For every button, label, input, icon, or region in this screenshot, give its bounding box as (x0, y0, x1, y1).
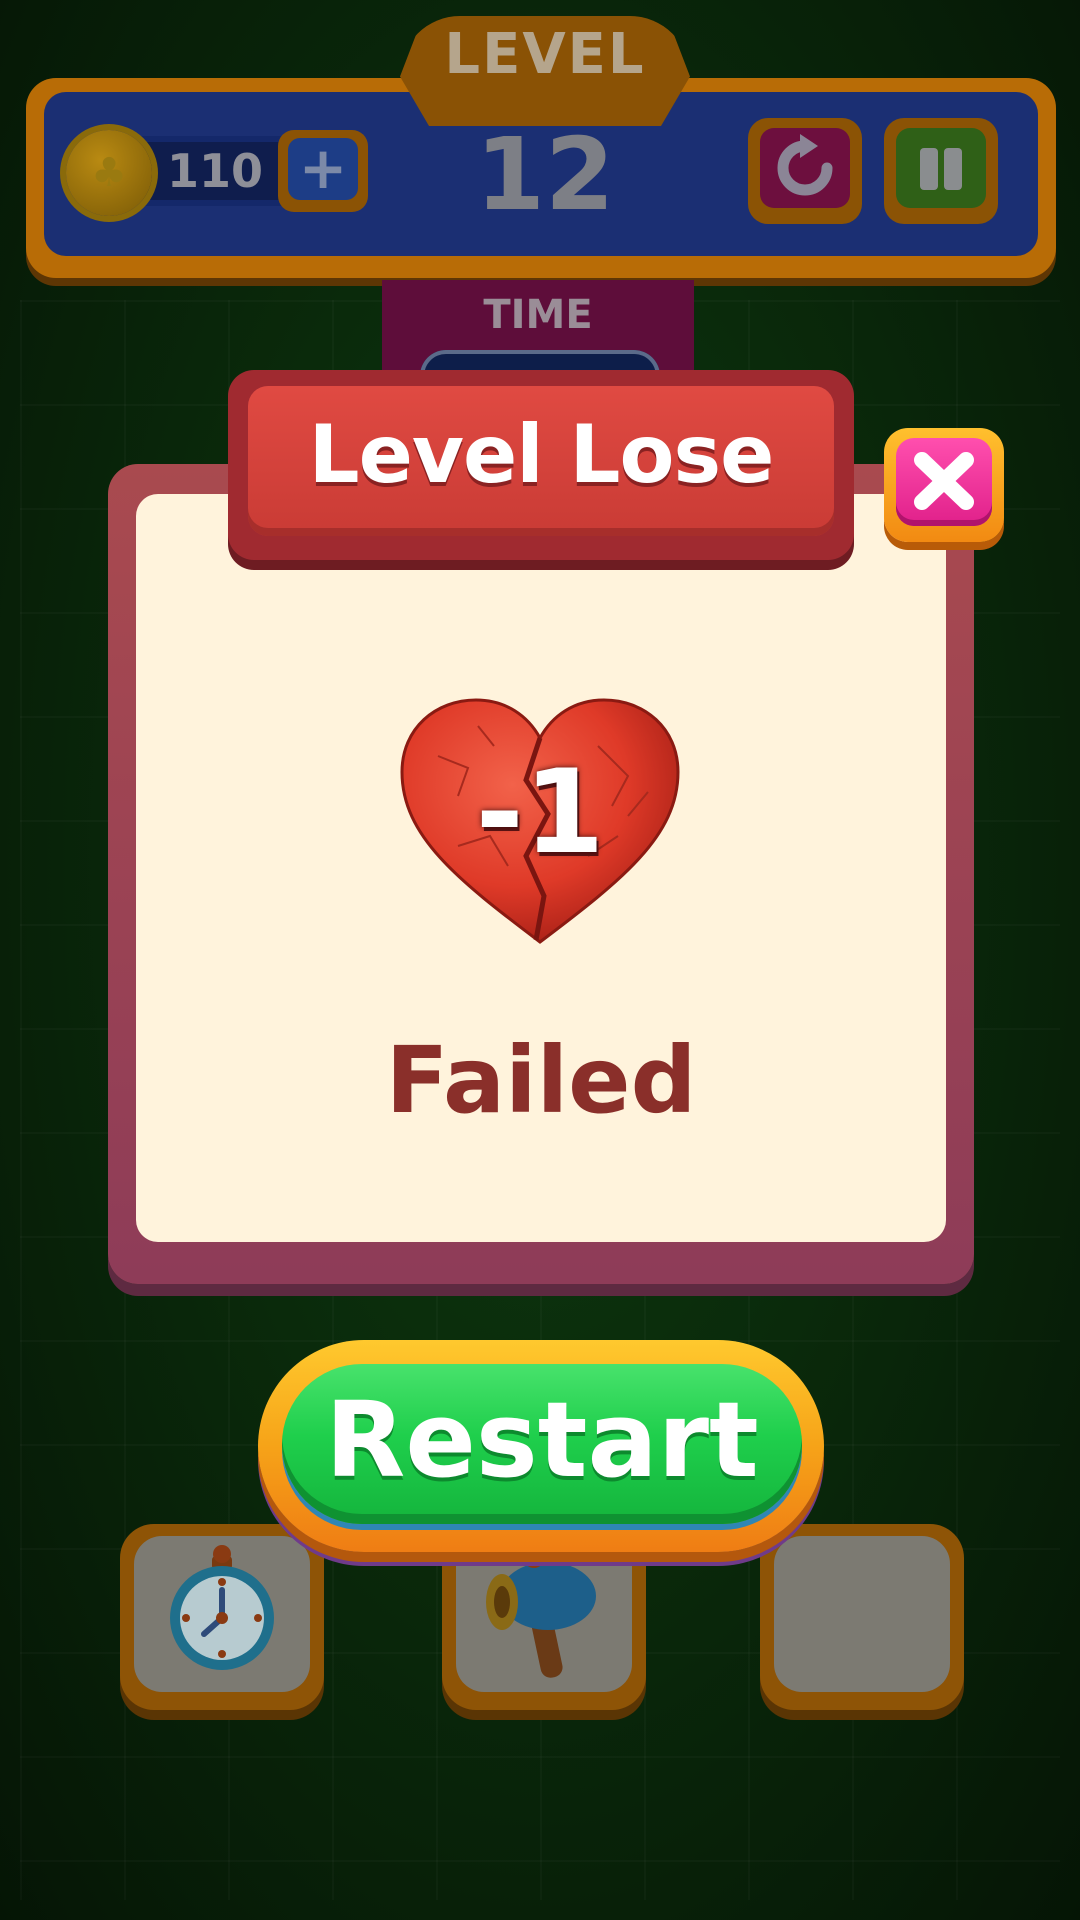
close-icon (914, 452, 974, 510)
level-label: LEVEL (444, 22, 646, 87)
restart-icon (760, 128, 850, 208)
dialog-title: Level Lose (308, 408, 775, 501)
powerup-slot-empty[interactable] (760, 1524, 964, 1710)
level-number: 12 (475, 116, 615, 233)
pause-button[interactable] (884, 118, 998, 224)
pause-icon (896, 128, 986, 208)
close-button-face (896, 438, 992, 526)
close-button[interactable] (884, 428, 1004, 542)
time-label: TIME (483, 292, 593, 338)
restart-button-label[interactable]: Restart (282, 1380, 802, 1500)
powerup-slot-stopwatch[interactable] (120, 1524, 324, 1710)
plus-icon: + (288, 138, 358, 200)
pause-bar-right (944, 148, 962, 190)
coin-count: 110 (166, 144, 264, 198)
coin-icon: ♣ (66, 130, 152, 216)
slot-face (456, 1536, 632, 1692)
clover-icon: ♣ (91, 150, 127, 196)
hammer-icon (486, 1548, 596, 1678)
slot-face (774, 1536, 950, 1692)
restart-level-button[interactable] (748, 118, 862, 224)
result-status: Failed (385, 1027, 697, 1134)
slot-face (134, 1536, 310, 1692)
stopwatch-icon (170, 1545, 274, 1670)
pause-bar-left (920, 148, 938, 190)
add-coins-button[interactable]: + (278, 130, 368, 212)
lives-change: -1 (475, 745, 605, 880)
